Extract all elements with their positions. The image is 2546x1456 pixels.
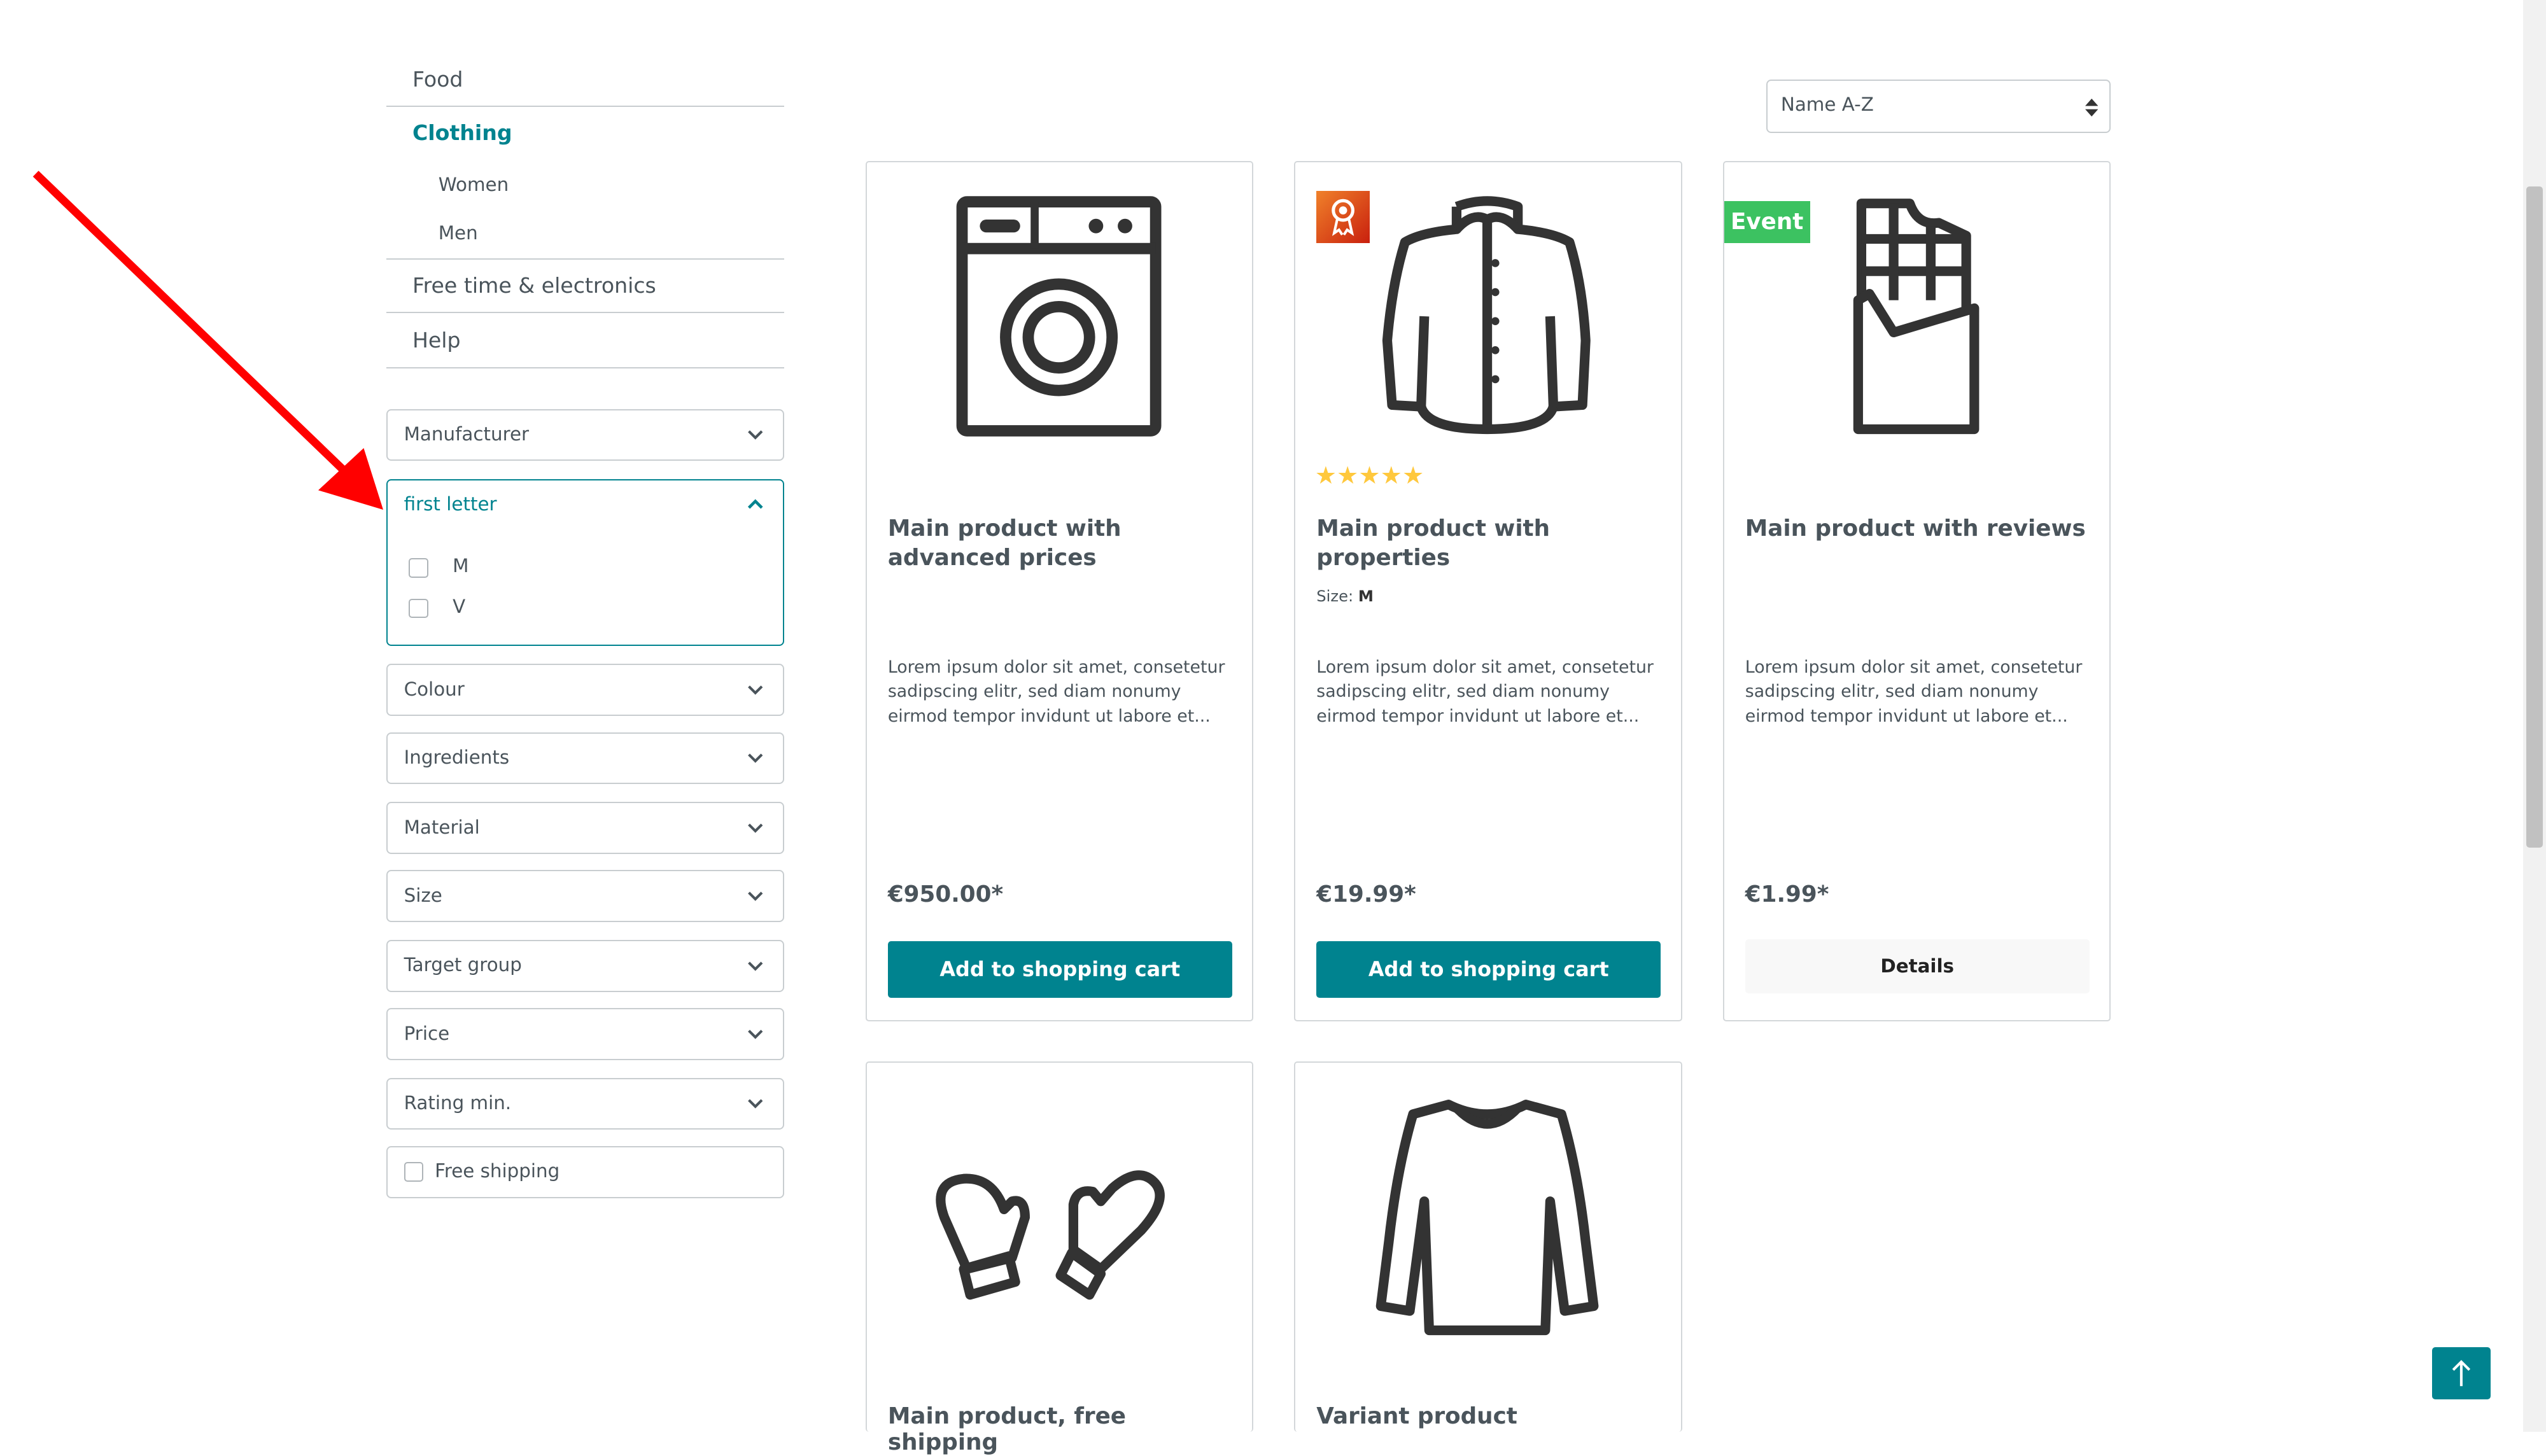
filter-label: first letter	[404, 493, 497, 515]
sort-arrows-icon	[2085, 99, 2099, 117]
annotation-arrow-icon	[32, 171, 384, 510]
divider	[386, 367, 785, 369]
filter-label: Free shipping	[435, 1160, 560, 1182]
product-title[interactable]: Variant product	[1316, 1403, 1665, 1430]
property-label: Size:	[1316, 587, 1354, 605]
nav-item-clothing[interactable]: Clothing	[386, 120, 784, 145]
divider	[386, 258, 785, 260]
product-card: Event Main product with reviews Lorem ip…	[1722, 160, 2111, 1021]
product-description: Lorem ipsum dolor sit amet, consetetur s…	[1745, 657, 2083, 726]
star-icon: ★	[1402, 461, 1424, 491]
property-value: M	[1358, 587, 1374, 605]
chevron-down-icon	[748, 823, 763, 833]
checkbox-v[interactable]	[409, 598, 428, 619]
back-to-top-button[interactable]	[2432, 1347, 2491, 1399]
star-icon: ★	[1337, 461, 1359, 491]
page: Food Clothing Women Men Free time & elec…	[0, 0, 2546, 1455]
product-card: Main product, free shipping	[865, 1061, 1254, 1455]
washing-machine-icon[interactable]	[867, 186, 1253, 446]
product-title[interactable]: Main product with properties	[1316, 514, 1665, 573]
product-card: Variant product	[1294, 1061, 1682, 1432]
option-label-v: V	[453, 595, 466, 617]
sort-selected-value: Name A-Z	[1780, 94, 1874, 116]
filter-target-group[interactable]: Target group	[386, 940, 785, 992]
rating-stars: ★★★★★	[1314, 461, 1424, 491]
product-title[interactable]: Main product, free shipping	[888, 1403, 1237, 1456]
filter-material[interactable]: Material	[386, 802, 785, 854]
product-price: €19.99*	[1316, 881, 1416, 907]
filter-label: Manufacturer	[404, 423, 530, 445]
sweater-icon[interactable]	[1295, 1088, 1681, 1347]
product-description: Lorem ipsum dolor sit amet, consetetur s…	[887, 657, 1225, 726]
filter-label: Size	[404, 884, 442, 906]
star-icon: ★	[1314, 461, 1337, 491]
product-card: ★★★★★ Main product with properties Size:…	[1294, 160, 1682, 1021]
sort-select[interactable]: Name A-Z	[1766, 79, 2111, 134]
jacket-icon[interactable]	[1295, 186, 1681, 446]
chevron-down-icon	[748, 753, 763, 763]
filter-first-letter[interactable]: first letter M V	[386, 479, 785, 647]
nav-item-men[interactable]: Men	[386, 222, 784, 244]
scrollbar-thumb[interactable]	[2526, 186, 2543, 848]
mittens-icon[interactable]	[867, 1088, 1253, 1347]
filter-manufacturer[interactable]: Manufacturer	[386, 409, 785, 461]
filter-free-shipping[interactable]: Free shipping	[386, 1146, 785, 1198]
filter-label: Price	[404, 1022, 450, 1044]
checkbox-free-shipping[interactable]	[404, 1161, 424, 1182]
scrollbar[interactable]	[2523, 0, 2546, 1432]
arrow-up-icon	[2452, 1360, 2471, 1387]
filter-label: Target group	[404, 954, 522, 976]
details-button[interactable]: Details	[1745, 939, 2090, 993]
chevron-down-icon	[748, 685, 763, 695]
filter-label: Rating min.	[404, 1092, 512, 1114]
chevron-down-icon	[748, 961, 763, 971]
product-price: €1.99*	[1745, 881, 1829, 907]
nav-item-free-time-electronics[interactable]: Free time & electronics	[386, 273, 784, 298]
filter-ingredients[interactable]: Ingredients	[386, 732, 785, 785]
add-to-cart-button[interactable]: Add to shopping cart	[1316, 941, 1661, 998]
chevron-down-icon	[748, 1029, 763, 1039]
product-card: Main product with advanced prices Lorem …	[865, 160, 1254, 1021]
chevron-down-icon	[748, 1099, 763, 1109]
event-badge: Event	[1724, 200, 1810, 244]
nav-item-help[interactable]: Help	[386, 328, 784, 353]
product-price: €950.00*	[887, 881, 1004, 907]
star-icon: ★	[1380, 461, 1402, 491]
checkbox-m[interactable]	[409, 557, 428, 578]
nav-item-food[interactable]: Food	[386, 67, 784, 92]
product-description: Lorem ipsum dolor sit amet, consetetur s…	[1316, 657, 1654, 726]
filter-colour[interactable]: Colour	[386, 664, 785, 716]
filter-rating[interactable]: Rating min.	[386, 1077, 785, 1130]
nav-item-women[interactable]: Women	[386, 174, 784, 195]
star-icon: ★	[1358, 461, 1381, 491]
divider	[386, 311, 785, 314]
filter-label: Material	[404, 816, 480, 838]
add-to-cart-button[interactable]: Add to shopping cart	[887, 941, 1232, 998]
filter-price[interactable]: Price	[386, 1008, 785, 1060]
filter-label: Ingredients	[404, 746, 510, 768]
chevron-up-icon[interactable]	[747, 496, 764, 513]
product-title[interactable]: Main product with advanced prices	[888, 514, 1237, 573]
filter-size[interactable]: Size	[386, 870, 785, 922]
product-title[interactable]: Main product with reviews	[1745, 514, 2094, 543]
divider	[386, 105, 785, 108]
chevron-down-icon	[748, 892, 763, 901]
chevron-down-icon	[748, 430, 763, 440]
filter-label: Colour	[404, 678, 465, 700]
product-property: Size: M	[1316, 587, 1374, 605]
option-label-m: M	[453, 554, 469, 577]
